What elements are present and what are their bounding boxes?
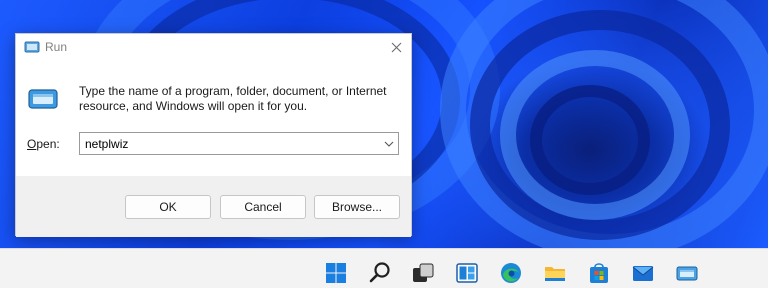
dialog-footer: OK Cancel Browse... [16,176,411,237]
edge-button[interactable] [499,261,523,285]
mail-icon [632,266,654,281]
dialog-description: Type the name of a program, folder, docu… [79,84,387,113]
task-view-icon [413,263,434,282]
run-program-icon [28,89,58,109]
run-icon [24,41,40,53]
taskbar [0,248,768,288]
microsoft-store-icon [590,263,608,283]
search-button[interactable] [368,261,392,285]
open-label-text: pen: [36,137,60,151]
file-explorer-icon [545,267,565,281]
start-button[interactable] [324,261,348,285]
open-label-accelerator: O [27,137,37,151]
close-button[interactable] [381,34,411,60]
open-combobox[interactable]: netplwiz [79,132,399,155]
start-icon [326,263,346,283]
run-taskbar-button[interactable] [675,261,699,285]
close-icon [391,42,401,52]
run-dialog: Run Type the name of a program, folder, … [15,33,412,237]
title-bar[interactable]: Run [16,34,411,60]
widgets-icon [456,263,478,283]
microsoft-store-button[interactable] [587,261,611,285]
cancel-button[interactable]: Cancel [220,195,306,219]
browse-button[interactable]: Browse... [314,195,400,219]
open-input[interactable]: netplwiz [85,137,128,151]
edge-icon [501,263,521,283]
widgets-button[interactable] [455,261,479,285]
open-label: Open: [27,137,60,151]
dialog-title: Run [45,40,68,54]
run-icon [676,266,698,281]
task-view-button[interactable] [411,261,435,285]
mail-button[interactable] [631,261,655,285]
chevron-down-icon[interactable] [384,139,394,149]
ok-button[interactable]: OK [125,195,211,219]
search-icon [369,262,390,283]
file-explorer-button[interactable] [543,261,567,285]
wallpaper-swirl [530,85,650,195]
